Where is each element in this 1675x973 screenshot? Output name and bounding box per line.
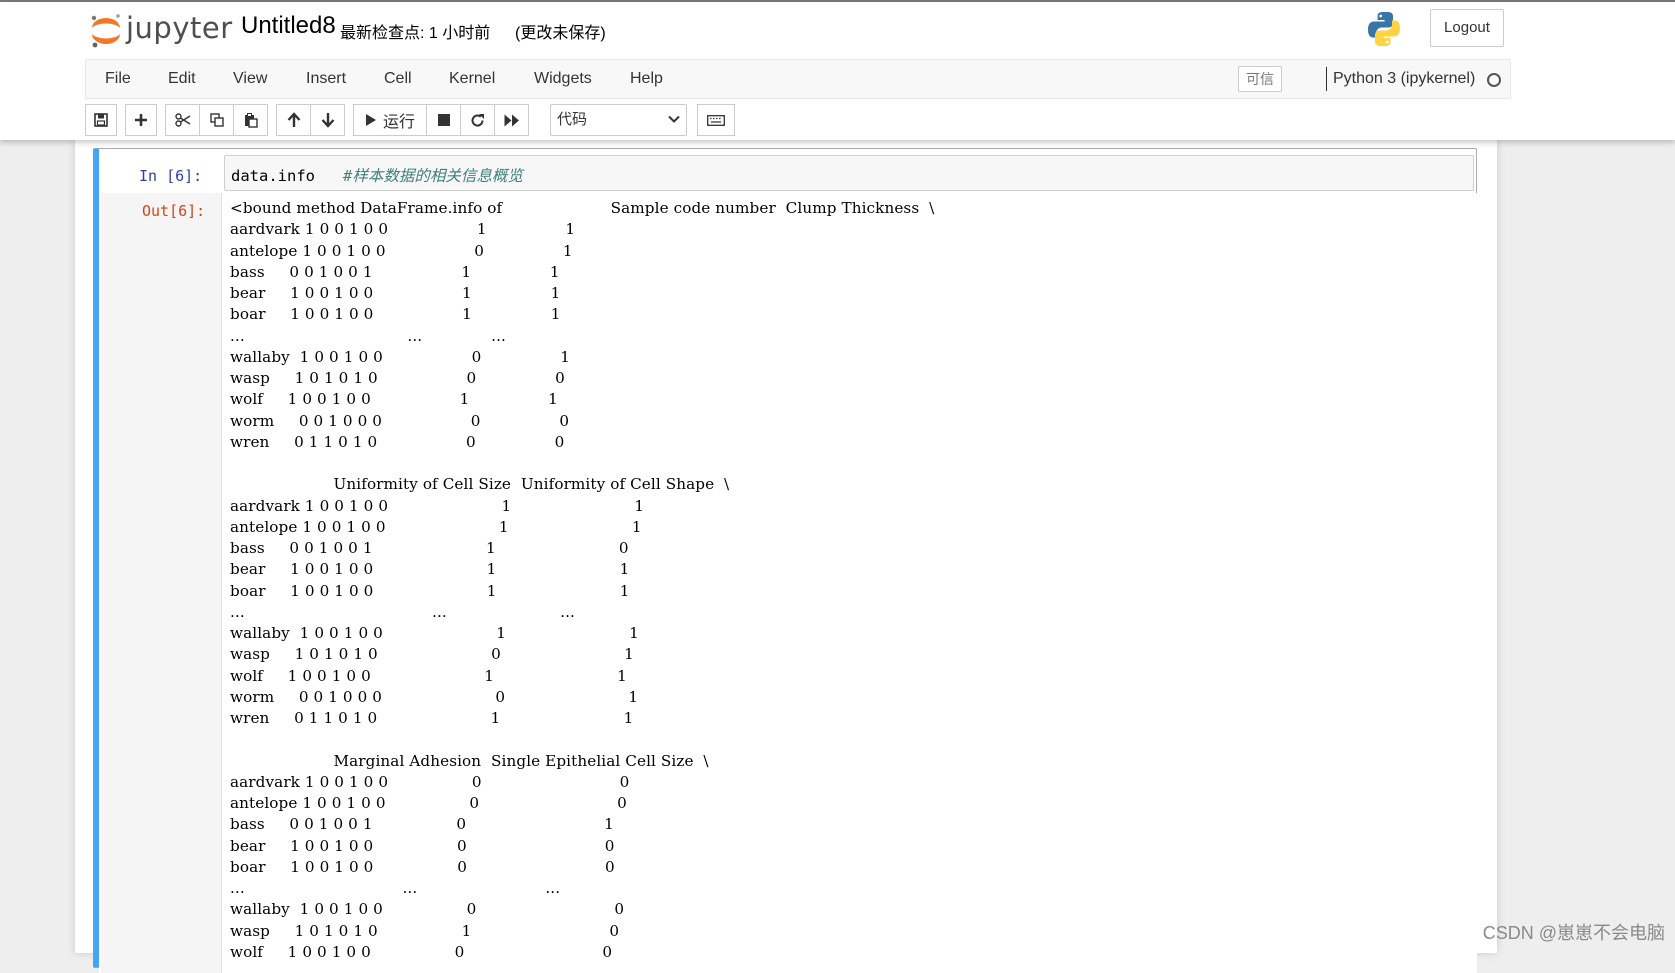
checkpoint-status: 最新检查点: 1 小时前 <box>340 25 491 42</box>
output-line: <bound method DataFrame.info of Sample c… <box>230 199 935 217</box>
output-line: worm 0 0 1 0 0 0 0 1 <box>230 687 639 706</box>
output-line: Marginal Adhesion Single Epithelial Cell… <box>230 751 709 770</box>
output-line: wren 0 1 1 0 1 0 0 0 <box>230 432 565 451</box>
output-line: wasp 1 0 1 0 1 0 0 1 <box>230 645 634 664</box>
chevron-down-icon <box>668 115 680 123</box>
menu-insert[interactable]: Insert <box>306 60 346 98</box>
move-down-button[interactable] <box>310 104 345 136</box>
kernel-separator <box>1326 67 1327 91</box>
trusted-indicator[interactable]: 可信 <box>1238 66 1282 92</box>
notebook-title[interactable]: Untitled8 <box>241 12 336 40</box>
keyboard-icon <box>707 114 725 126</box>
output-line: antelope 1 0 0 1 0 0 0 1 <box>230 241 573 260</box>
cell-type-value: 代码 <box>557 111 588 128</box>
code-comment: #样本数据的相关信息概览 <box>343 167 523 185</box>
output-line: ... ... ... <box>230 326 506 345</box>
menu-file[interactable]: File <box>105 60 131 98</box>
stop-icon <box>437 114 450 126</box>
output-line: bear 1 0 0 1 0 0 1 1 <box>230 560 630 579</box>
output-line: wasp 1 0 1 0 1 0 1 0 <box>230 921 620 940</box>
output-line: boar 1 0 0 1 0 0 1 1 <box>230 305 561 324</box>
kernel-name[interactable]: Python 3 (ipykernel) <box>1333 60 1475 98</box>
input-prompt: In [6]: <box>139 167 203 185</box>
output-line: worm 0 0 1 0 0 0 0 0 <box>230 411 570 430</box>
insert-cell-button[interactable] <box>125 104 157 136</box>
output-line: aardvark 1 0 0 1 0 0 1 1 <box>230 496 645 515</box>
kernel-idle-icon <box>1487 73 1501 87</box>
menu-widgets[interactable]: Widgets <box>534 60 592 98</box>
notebook-toolbar: 运行 代码 <box>85 104 1085 136</box>
menu-kernel[interactable]: Kernel <box>449 60 495 98</box>
plus-icon <box>135 114 147 126</box>
output-text: <bound method DataFrame.info of Sample c… <box>230 198 934 963</box>
cell-type-select[interactable]: 代码 <box>550 104 687 136</box>
restart-icon <box>471 113 484 127</box>
command-palette-button[interactable] <box>697 104 735 136</box>
interrupt-kernel-button[interactable] <box>426 104 461 136</box>
move-up-button[interactable] <box>276 104 311 136</box>
output-line: wasp 1 0 1 0 1 0 0 0 <box>230 369 565 387</box>
output-line: wallaby 1 0 0 1 0 0 1 1 <box>230 624 639 642</box>
output-line: wolf 1 0 0 1 0 0 1 1 <box>230 666 627 685</box>
output-line: bear 1 0 0 1 0 0 0 0 <box>230 836 615 855</box>
output-line: wren 0 1 1 0 1 0 1 1 <box>230 709 634 727</box>
autosave-status: (更改未保存) <box>515 25 606 42</box>
output-prompt-area[interactable] <box>101 193 222 973</box>
logout-button[interactable]: Logout <box>1430 9 1504 47</box>
restart-run-all-button[interactable] <box>494 104 529 136</box>
notebook-header: jupyter Untitled8 最新检查点: 1 小时前 (更改未保存) L… <box>0 2 1675 140</box>
code-text: data.info <box>231 167 315 185</box>
output-prompt: Out[6]: <box>142 202 206 220</box>
output-line: boar 1 0 0 1 0 0 0 0 <box>230 857 615 876</box>
output-line: wolf 1 0 0 1 0 0 1 1 <box>230 390 558 409</box>
fast-forward-icon <box>504 114 519 126</box>
output-line: bass 0 0 1 0 0 1 0 1 <box>230 815 614 834</box>
output-line: ... ... ... <box>230 602 575 621</box>
cut-button[interactable] <box>165 104 200 136</box>
paste-icon <box>244 112 258 128</box>
copy-button[interactable] <box>199 104 234 136</box>
play-icon <box>365 114 376 126</box>
jupyter-wordmark[interactable]: jupyter <box>126 11 233 45</box>
output-line: bass 0 0 1 0 0 1 1 0 <box>230 539 629 557</box>
output-line: ... ... ... <box>230 879 561 897</box>
paste-button[interactable] <box>233 104 268 136</box>
output-line: wallaby 1 0 0 1 0 0 0 1 <box>230 347 570 366</box>
save-button[interactable] <box>85 104 117 136</box>
output-line: aardvark 1 0 0 1 0 0 0 0 <box>230 772 630 791</box>
output-line: bear 1 0 0 1 0 0 1 1 <box>230 284 561 302</box>
python-logo-icon <box>1368 12 1400 46</box>
arrow-down-icon <box>321 113 334 128</box>
output-line: antelope 1 0 0 1 0 0 0 0 <box>230 794 627 812</box>
notebook-page: In [6]: data.info #样本数据的相关信息概览 Out[6]: <… <box>75 140 1497 973</box>
run-button[interactable]: 运行 <box>353 104 427 136</box>
menubar: File Edit View Insert Cell Kernel Widget… <box>85 59 1511 99</box>
output-line: antelope 1 0 0 1 0 0 1 1 <box>230 517 642 536</box>
save-icon <box>94 113 108 127</box>
code-cell-selected[interactable]: In [6]: data.info #样本数据的相关信息概览 Out[6]: <… <box>93 148 1477 973</box>
output-line: wallaby 1 0 0 1 0 0 0 0 <box>230 900 625 919</box>
code-editor[interactable]: data.info #样本数据的相关信息概览 <box>224 155 1474 191</box>
scissors-icon <box>174 113 190 127</box>
menu-cell[interactable]: Cell <box>384 60 412 98</box>
menu-help[interactable]: Help <box>630 60 663 98</box>
restart-kernel-button[interactable] <box>460 104 495 136</box>
watermark: CSDN @崽崽不会电脑 <box>1482 923 1665 943</box>
output-line: boar 1 0 0 1 0 0 1 1 <box>230 581 630 600</box>
code-line: data.info #样本数据的相关信息概览 <box>231 164 523 186</box>
run-label: 运行 <box>382 114 415 131</box>
output-line: aardvark 1 0 0 1 0 0 1 1 <box>230 220 576 239</box>
menu-view[interactable]: View <box>233 60 267 98</box>
menu-edit[interactable]: Edit <box>168 60 196 98</box>
arrow-up-icon <box>287 112 300 127</box>
output-line: Uniformity of Cell Size Uniformity of Ce… <box>230 475 730 494</box>
output-line: bass 0 0 1 0 0 1 1 1 <box>230 262 560 281</box>
copy-icon <box>209 113 224 127</box>
output-line: wolf 1 0 0 1 0 0 0 0 <box>230 942 613 961</box>
